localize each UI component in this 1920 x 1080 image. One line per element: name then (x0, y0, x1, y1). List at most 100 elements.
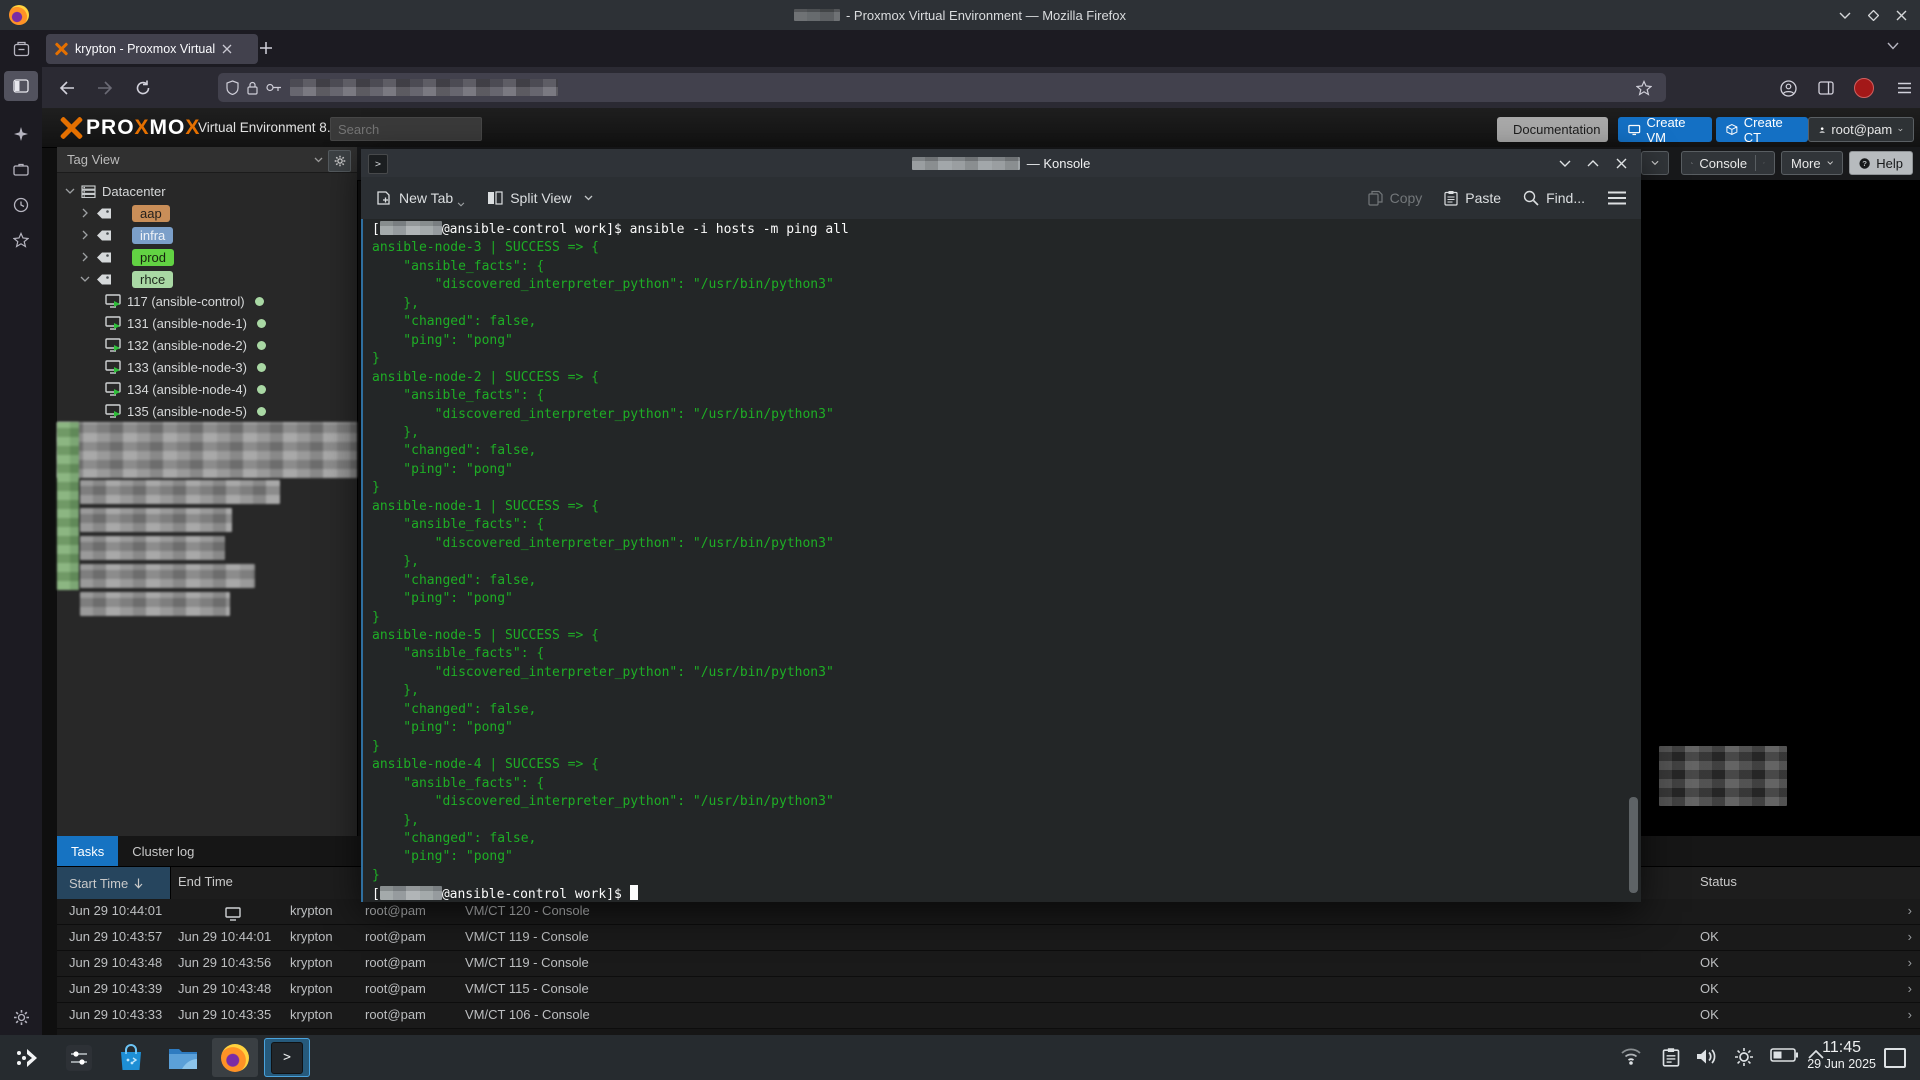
create-ct-button[interactable]: Create CT (1716, 117, 1808, 142)
dolphin-file-manager-icon[interactable] (160, 1038, 206, 1077)
volume-icon[interactable] (1696, 1047, 1718, 1066)
chevron-down-icon[interactable] (1763, 160, 1765, 166)
tree-item-vm[interactable]: 133 (ansible-node-3) (57, 356, 357, 378)
bookmark-star-icon[interactable] (1636, 80, 1652, 96)
tab-tasks[interactable]: Tasks (57, 836, 118, 866)
novnc-console-screen[interactable] (1641, 180, 1920, 866)
account-icon[interactable] (1775, 75, 1801, 101)
task-row[interactable]: Jun 29 10:43:48Jun 29 10:43:56kryptonroo… (57, 951, 1920, 977)
clipboard-tray-icon[interactable] (1662, 1047, 1680, 1067)
tree-settings-gear-icon[interactable] (328, 150, 351, 172)
paste-button[interactable]: Paste (1444, 190, 1501, 206)
app-menu-icon[interactable] (1891, 75, 1917, 101)
vertical-tabs-icon[interactable] (9, 37, 33, 61)
close-icon[interactable] (1611, 154, 1631, 172)
show-desktop-button[interactable] (1884, 1048, 1906, 1068)
search-input[interactable] (330, 117, 482, 141)
tree-item-vm[interactable]: 117 (ansible-control) (57, 290, 357, 312)
split-view-button[interactable]: Split View (487, 190, 593, 206)
tree-item-vm[interactable]: 134 (ansible-node-4) (57, 378, 357, 400)
terminal-output-line: ansible-node-5 | SUCCESS => { (372, 627, 849, 645)
tab-cluster-log[interactable]: Cluster log (118, 836, 208, 866)
profile-avatar-badge[interactable] (1851, 75, 1877, 101)
tree-item-vm[interactable]: 131 (ansible-node-1) (57, 312, 357, 334)
sidebar-toggle-icon[interactable] (4, 71, 38, 101)
ai-chatbot-icon[interactable] (9, 122, 33, 146)
library-panel-icon[interactable] (1813, 75, 1839, 101)
vm-label: 134 (ansible-node-4) (127, 382, 247, 397)
sidebar-settings-gear-icon[interactable] (9, 1005, 33, 1029)
more-button[interactable]: More (1781, 151, 1843, 175)
restore-icon[interactable] (1864, 6, 1882, 24)
forward-icon[interactable] (92, 75, 118, 101)
row-expand-chevron-icon[interactable]: › (1908, 1007, 1912, 1022)
taskbar-konsole-icon[interactable]: > (264, 1038, 310, 1077)
new-tab-icon[interactable] (256, 38, 276, 58)
minimize-icon[interactable] (1555, 154, 1575, 172)
documentation-button[interactable]: Documentation (1497, 117, 1608, 142)
task-row[interactable]: Jun 29 10:43:57Jun 29 10:44:01kryptonroo… (57, 925, 1920, 951)
tag-pill: prod (132, 249, 174, 266)
discover-store-icon[interactable] (108, 1038, 154, 1077)
tree-item-tag-rhce[interactable]: rhce (57, 268, 357, 290)
url-bar[interactable] (218, 73, 1666, 102)
find-button[interactable]: Find... (1523, 190, 1585, 206)
terminal-area[interactable]: [@ansible-control work]$ ansible -i host… (361, 219, 1641, 902)
task-row[interactable]: Jun 29 10:43:39Jun 29 10:43:48kryptonroo… (57, 977, 1920, 1003)
proxmox-version: Virtual Environment 8.4.1 (198, 120, 349, 135)
tab-close-icon[interactable] (222, 44, 232, 54)
column-header-start-time[interactable]: Start Time (57, 867, 171, 900)
row-expand-chevron-icon[interactable]: › (1908, 981, 1912, 996)
permissions-key-icon[interactable] (266, 83, 282, 92)
scrollbar-thumb[interactable] (1629, 797, 1638, 893)
console-button[interactable]: Console (1681, 151, 1775, 175)
tree-item-tag-infra[interactable]: infra (57, 224, 357, 246)
tree-item-vm[interactable]: 132 (ansible-node-2) (57, 334, 357, 356)
taskbar-firefox-icon[interactable] (212, 1038, 258, 1077)
column-header-end-time[interactable]: End Time (178, 874, 233, 889)
lock-icon[interactable] (247, 81, 258, 95)
bookmarks-star-icon[interactable] (9, 228, 33, 252)
terminal-scrollbar[interactable] (1629, 221, 1638, 900)
list-all-tabs-icon[interactable] (1887, 42, 1899, 50)
row-expand-chevron-icon[interactable]: › (1908, 903, 1912, 918)
task-user: root@pam (365, 981, 426, 996)
copy-button[interactable]: Copy (1368, 190, 1423, 206)
maximize-icon[interactable] (1583, 154, 1603, 172)
profiles-briefcase-icon[interactable] (9, 157, 33, 181)
row-expand-chevron-icon[interactable]: › (1908, 929, 1912, 944)
browser-tab[interactable]: krypton - Proxmox Virtual E (46, 34, 258, 64)
resource-tree-sidebar: Tag View Datacenteraapinfra prod rhce117 (… (57, 147, 358, 836)
close-icon[interactable] (1892, 6, 1910, 24)
new-tab-button[interactable]: New Tab (375, 190, 465, 207)
help-button[interactable]: ? Help (1849, 151, 1913, 175)
app-launcher-button[interactable] (4, 1038, 50, 1077)
history-clock-icon[interactable] (9, 193, 33, 217)
tree-item-vm[interactable]: 135 (ansible-node-5) (57, 400, 357, 422)
hamburger-menu-icon[interactable] (1607, 191, 1627, 205)
view-selector-dropdown[interactable]: Tag View (57, 147, 357, 173)
tab-title: krypton - Proxmox Virtual E (75, 42, 215, 56)
tree-item-datacenter[interactable]: Datacenter (57, 180, 357, 202)
shield-icon[interactable] (226, 80, 239, 95)
minimize-icon[interactable] (1836, 6, 1854, 24)
create-vm-button[interactable]: Create VM (1618, 117, 1712, 142)
firefox-tabbar: krypton - Proxmox Virtual E (42, 30, 1920, 67)
system-settings-icon[interactable] (56, 1038, 102, 1077)
clock[interactable]: 11:45 29 Jun 2025 (1807, 1039, 1876, 1072)
back-icon[interactable] (54, 75, 80, 101)
brightness-icon[interactable] (1734, 1047, 1754, 1067)
toolbar-overflow-chevron[interactable] (1641, 151, 1669, 175)
row-expand-chevron-icon[interactable]: › (1908, 955, 1912, 970)
tree-item-tag-aap[interactable]: aap (57, 202, 357, 224)
column-header-status[interactable]: Status (1700, 874, 1737, 889)
terminal-output-line: "changed": false, (372, 701, 849, 719)
wifi-icon[interactable] (1620, 1047, 1642, 1065)
battery-icon[interactable] (1770, 1047, 1798, 1063)
tree-item-tag-prod[interactable]: prod (57, 246, 357, 268)
konsole-titlebar[interactable]: > — Konsole (361, 149, 1641, 177)
reload-icon[interactable] (130, 75, 156, 101)
task-row[interactable]: Jun 29 10:43:33Jun 29 10:43:35kryptonroo… (57, 1003, 1920, 1029)
task-row[interactable]: Jun 29 10:44:01kryptonroot@pamVM/CT 120 … (57, 899, 1920, 925)
user-menu-button[interactable]: root@pam (1808, 117, 1914, 142)
